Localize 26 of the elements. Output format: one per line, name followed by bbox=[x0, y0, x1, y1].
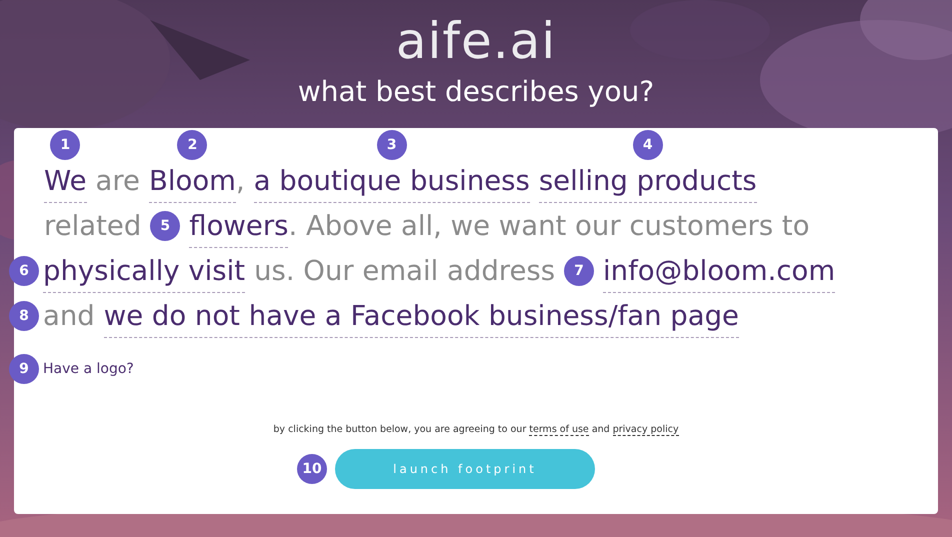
number-badge: 5 bbox=[150, 211, 180, 241]
answer-field[interactable]: we do not have a Facebook business/fan page bbox=[104, 299, 739, 338]
sentence-text: , bbox=[236, 164, 245, 199]
number-badge: 3 bbox=[376, 130, 407, 160]
number-badge: 7 bbox=[564, 256, 594, 286]
answer-field[interactable]: info@bloom.com bbox=[603, 254, 836, 293]
terms-link[interactable]: terms of use bbox=[529, 424, 589, 436]
logo-question[interactable]: Have a logo? bbox=[43, 361, 134, 377]
number-badge: 4 bbox=[632, 130, 663, 160]
agreement-text: by clicking the button below, you are agreeing to our terms of use and privacy policy bbox=[273, 424, 679, 435]
number-badge: 2 bbox=[177, 130, 208, 160]
sentence-text: . Above all, we want our customers to bbox=[288, 209, 810, 244]
number-badge: 1 bbox=[50, 130, 80, 160]
number-badge: 9 bbox=[9, 354, 39, 384]
brand-logo: aife.ai bbox=[396, 11, 556, 72]
number-badge: 6 bbox=[9, 256, 39, 286]
sentence-text: related bbox=[44, 209, 142, 244]
number-badge: 8 bbox=[9, 301, 39, 331]
sentence-text: are bbox=[96, 164, 140, 199]
number-badge: 10 bbox=[297, 454, 327, 484]
answer-field[interactable]: physically visit bbox=[43, 254, 246, 293]
page-heading: what best describes you? bbox=[298, 74, 654, 110]
privacy-link[interactable]: privacy policy bbox=[612, 424, 679, 436]
sentence-text: us. Our email address bbox=[254, 254, 556, 289]
sentence-text: and bbox=[43, 299, 95, 334]
answer-field[interactable]: flowers bbox=[189, 209, 288, 248]
